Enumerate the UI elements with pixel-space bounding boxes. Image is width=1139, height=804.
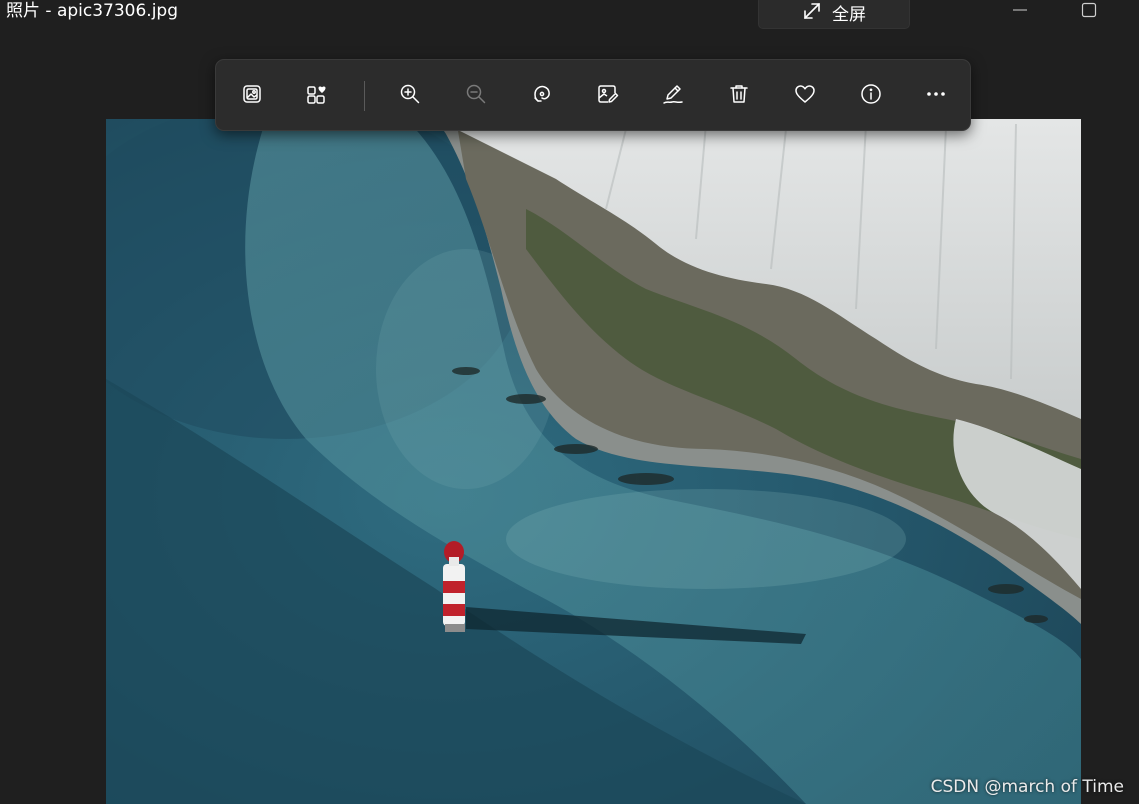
delete-icon [727,82,751,110]
window-title: 照片 - apic37306.jpg [6,1,179,21]
expand-diagonal-icon [802,1,822,25]
maximize-icon [1081,2,1097,22]
favorite-heart-icon [793,82,817,110]
toolbar-divider [364,81,365,111]
zoom-in-button[interactable] [393,79,427,113]
edit-image-button[interactable] [590,79,624,113]
info-icon [859,82,883,110]
title-bar: 照片 - apic37306.jpg 全屏 [0,0,1139,29]
fullscreen-label: 全屏 [832,5,866,25]
zoom-in-icon [398,82,422,110]
watermark-text: CSDN @march of Time [930,777,1124,797]
favorite-button[interactable] [788,79,822,113]
fullscreen-button[interactable]: 全屏 [758,0,910,29]
zoom-out-icon [464,82,488,110]
rotate-icon [530,82,554,110]
gallery-image-icon [240,82,264,110]
delete-button[interactable] [722,79,756,113]
photo-toolbar [215,59,971,131]
gallery-button[interactable] [235,79,269,113]
draw-button[interactable] [656,79,690,113]
photo-viewer-image[interactable] [106,119,1081,804]
edit-image-icon [595,82,619,110]
draw-icon [661,82,685,110]
collection-favorite-icon [305,82,329,110]
info-button[interactable] [854,79,888,113]
minimize-icon [1012,2,1028,22]
maximize-button[interactable] [1066,0,1112,24]
minimize-button[interactable] [997,0,1043,24]
zoom-out-button[interactable] [459,79,493,113]
rotate-button[interactable] [525,79,559,113]
photos-app-window: 照片 - apic37306.jpg 全屏 CSDN @march of Tim… [0,0,1139,804]
add-to-collection-button[interactable] [300,79,334,113]
more-icon [924,82,948,110]
more-options-button[interactable] [919,79,953,113]
